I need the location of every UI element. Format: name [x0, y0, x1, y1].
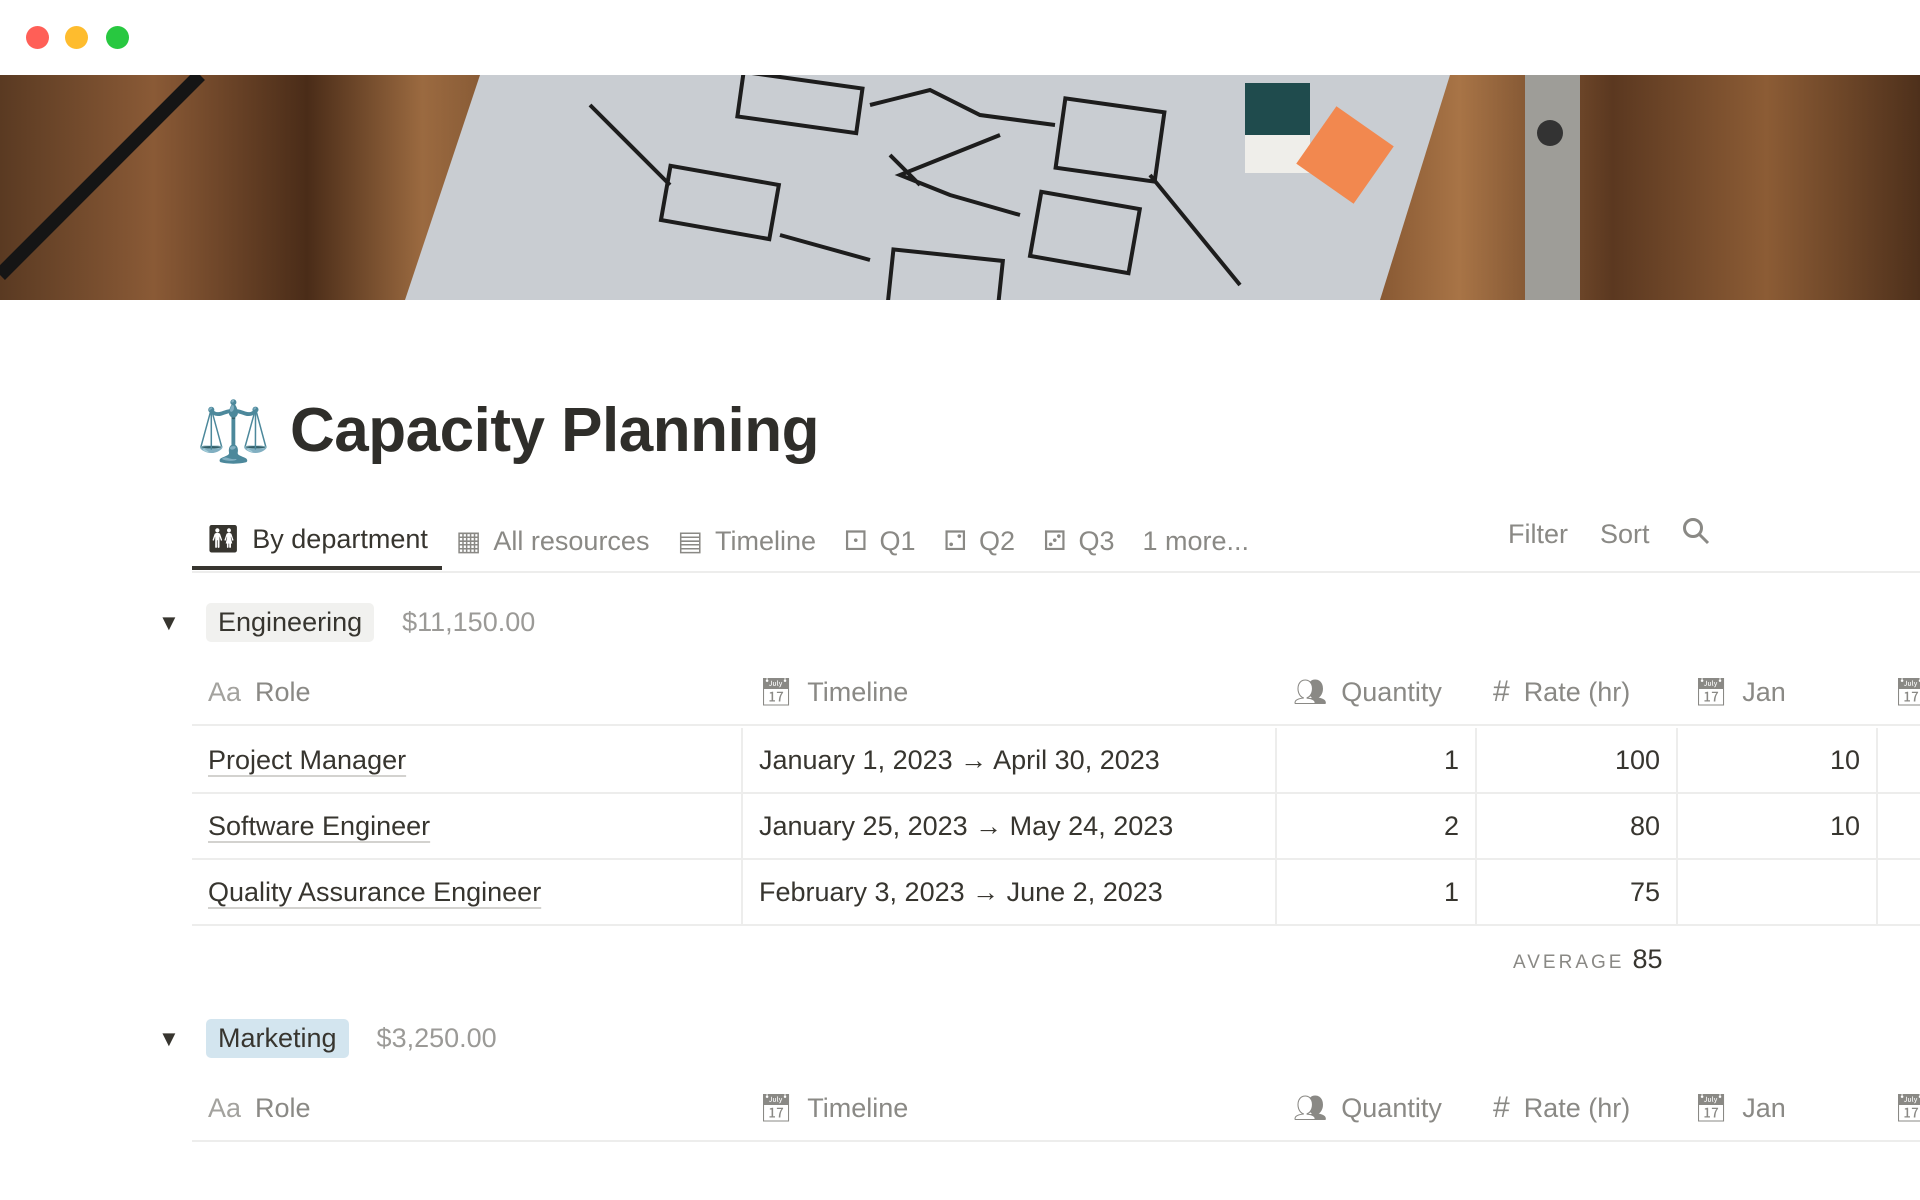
column-label: Role [255, 1092, 311, 1123]
column-header-rate[interactable]: # Rate (hr) [1477, 660, 1630, 724]
table-row[interactable]: Quality Assurance Engineer February 3, 2… [192, 860, 1920, 926]
search-icon[interactable] [1682, 517, 1710, 552]
tabs-divider [192, 571, 1920, 573]
column-header-role[interactable]: Aa Role [192, 1076, 311, 1140]
calendar-icon: 📅︎ [759, 1093, 794, 1123]
column-header-feb[interactable]: 📅︎ [1878, 660, 1920, 724]
jan-cell[interactable]: 10 [1678, 728, 1878, 792]
collapse-toggle-icon[interactable]: ▼ [158, 610, 180, 636]
dice-two-icon: ⚁ [943, 525, 967, 556]
column-label: Jan [1742, 1092, 1786, 1123]
calendar-icon: 📅︎ [1694, 677, 1729, 707]
page-title: Capacity Planning [290, 396, 819, 465]
timeline-cell[interactable]: February 3, 2023 → June 2, 2023 [743, 860, 1277, 924]
text-property-icon: Aa [208, 1092, 242, 1123]
table-row[interactable]: Software Engineer January 25, 2023 → May… [192, 794, 1920, 860]
text-property-icon: Aa [208, 676, 242, 707]
column-label: Rate (hr) [1523, 1092, 1631, 1123]
column-header-rate[interactable]: # Rate (hr) [1477, 1076, 1630, 1140]
sort-button[interactable]: Sort [1600, 519, 1650, 550]
group-tag[interactable]: Marketing [206, 1019, 349, 1058]
tab-q2[interactable]: ⚁ Q2 [930, 512, 1030, 570]
tab-timeline[interactable]: ▤ Timeline [663, 512, 830, 570]
column-header-quantity[interactable]: 👥︎ Quantity [1277, 660, 1442, 724]
minimize-window-button[interactable] [65, 26, 88, 49]
calendar-icon: 📅︎ [759, 677, 794, 707]
page-icon: ⚖️ [196, 398, 271, 465]
view-tabs: 🚻︎ By department ▦ All resources ▤ Timeline… [192, 512, 1263, 570]
table-row[interactable]: Project Manager January 1, 2023 → April … [192, 728, 1920, 794]
tab-label: Q1 [879, 525, 916, 556]
jan-cell[interactable]: 10 [1678, 794, 1878, 858]
tab-label: Q3 [1078, 525, 1115, 556]
people-icon: 🚻︎ [206, 524, 241, 554]
zoom-window-button[interactable] [106, 26, 129, 49]
aggregate-label: AVERAGE [1513, 952, 1625, 973]
group-header-marketing: ▼ Marketing $3,250.00 [158, 1019, 497, 1058]
quantity-cell[interactable]: 1 [1277, 860, 1477, 924]
timeline-cell[interactable]: January 1, 2023 → April 30, 2023 [743, 728, 1277, 792]
column-label: Timeline [807, 676, 909, 707]
group-tag[interactable]: Engineering [206, 603, 375, 642]
tab-q1[interactable]: ⚀ Q1 [830, 512, 930, 570]
cover-image [0, 75, 1920, 300]
column-label: Timeline [807, 1092, 909, 1123]
table-icon: ▦ [455, 525, 482, 556]
quantity-cell[interactable]: 2 [1277, 794, 1477, 858]
tab-q3[interactable]: ⚂ Q3 [1029, 512, 1129, 570]
close-window-button[interactable] [26, 26, 49, 49]
tab-label: Q2 [978, 525, 1015, 556]
group-header-engineering: ▼ Engineering $11,150.00 [158, 603, 535, 642]
tab-label: All resources [493, 525, 650, 556]
people-icon: 👥︎ [1293, 677, 1328, 707]
rate-cell[interactable]: 80 [1477, 794, 1678, 858]
timeline-icon: ▤ [677, 525, 703, 556]
column-header-timeline[interactable]: 📅︎ Timeline [743, 660, 908, 724]
column-header-quantity[interactable]: 👥︎ Quantity [1277, 1076, 1442, 1140]
calendar-icon: 📅︎ [1894, 1093, 1920, 1123]
filter-button[interactable]: Filter [1508, 519, 1568, 550]
tab-by-department[interactable]: 🚻︎ By department [192, 512, 442, 570]
jan-cell[interactable] [1678, 860, 1878, 924]
timeline-cell[interactable]: January 25, 2023 → May 24, 2023 [743, 794, 1277, 858]
rate-cell[interactable]: 100 [1477, 728, 1678, 792]
column-label: Quantity [1341, 676, 1442, 707]
column-header-jan[interactable]: 📅︎ Jan [1678, 660, 1786, 724]
table-header: Aa Role 📅︎ Timeline 👥︎ Quantity # Rate (hr) … [192, 660, 1920, 726]
quantity-cell[interactable]: 1 [1277, 728, 1477, 792]
column-label: Role [255, 676, 311, 707]
calendar-icon: 📅︎ [1694, 1093, 1729, 1123]
group-total: $3,250.00 [376, 1023, 497, 1053]
view-toolbar: Filter Sort [1508, 512, 1710, 556]
tab-label: Timeline [714, 525, 816, 556]
tab-label: 1 more... [1142, 525, 1250, 556]
column-header-role[interactable]: Aa Role [192, 660, 311, 724]
tab-more[interactable]: 1 more... [1129, 512, 1264, 570]
collapse-toggle-icon[interactable]: ▼ [158, 1026, 180, 1052]
role-cell[interactable]: Software Engineer [208, 811, 430, 842]
column-label: Rate (hr) [1523, 676, 1631, 707]
column-header-feb[interactable]: 📅︎ [1878, 1076, 1920, 1140]
column-header-jan[interactable]: 📅︎ Jan [1678, 1076, 1786, 1140]
people-icon: 👥︎ [1293, 1093, 1328, 1123]
table-header: Aa Role 📅︎ Timeline 👥︎ Quantity # Rate (hr) … [192, 1076, 1920, 1142]
column-label: Quantity [1341, 1092, 1442, 1123]
group-total: $11,150.00 [402, 607, 536, 637]
column-header-timeline[interactable]: 📅︎ Timeline [743, 1076, 908, 1140]
tab-label: By department [252, 523, 428, 554]
role-cell[interactable]: Project Manager [208, 745, 406, 776]
dice-three-icon: ⚂ [1043, 525, 1067, 556]
aggregate-value: 85 [1632, 944, 1663, 974]
rate-average[interactable]: AVERAGE 85 [1513, 944, 1663, 975]
number-icon: # [1493, 675, 1510, 708]
number-icon: # [1493, 1091, 1510, 1124]
rate-cell[interactable]: 75 [1477, 860, 1678, 924]
tab-all-resources[interactable]: ▦ All resources [442, 512, 664, 570]
column-label: Jan [1742, 676, 1786, 707]
role-cell[interactable]: Quality Assurance Engineer [208, 877, 541, 908]
calendar-icon: 📅︎ [1894, 677, 1920, 707]
dice-one-icon: ⚀ [844, 525, 868, 556]
